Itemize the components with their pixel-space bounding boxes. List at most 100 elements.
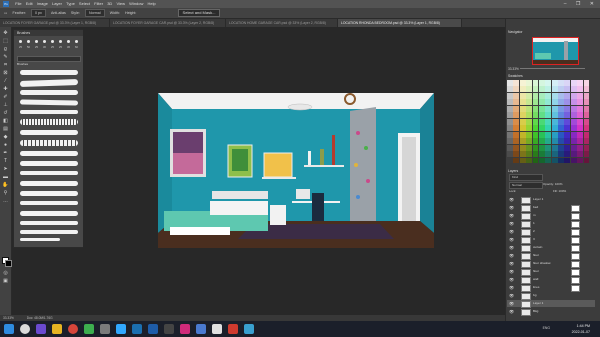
more-tools-icon[interactable]: … [2,198,9,205]
app-icon[interactable] [180,324,190,334]
layer-mask-thumbnail[interactable] [571,269,580,276]
color-swatch[interactable] [570,105,577,112]
color-swatch[interactable] [564,125,571,132]
menu-edit[interactable]: Edit [26,0,33,8]
stamp-tool-icon[interactable]: ⊥ [2,102,9,109]
color-swatch[interactable] [570,118,577,125]
menu-select[interactable]: Select [79,0,90,8]
visibility-eye-icon[interactable]: 👁 [509,309,514,314]
color-swatch[interactable] [538,144,545,151]
layer-row[interactable]: 👁 floor shadow [507,260,595,268]
menu-help[interactable]: Help [148,0,156,8]
menu-filter[interactable]: Filter [94,0,103,8]
color-swatch[interactable] [507,138,513,145]
navigator-zoom-value[interactable]: 33.33% [508,67,519,71]
app-icon[interactable] [228,324,238,334]
move-tool-icon[interactable]: ✥ [2,30,9,37]
color-swatch[interactable] [558,138,564,145]
menu-type[interactable]: Type [66,0,75,8]
layer-row[interactable]: 👁 3 [507,236,595,244]
color-swatch[interactable] [526,118,533,125]
menu-image[interactable]: Image [37,0,48,8]
app-icon[interactable] [196,324,206,334]
color-swatch[interactable] [526,138,533,145]
color-swatch[interactable] [577,151,584,158]
history-brush-tool-icon[interactable]: ↺ [2,110,9,117]
app-icon[interactable] [244,324,254,334]
color-swatch[interactable] [570,157,577,164]
color-swatch[interactable] [513,138,520,145]
brush-stroke-preview[interactable] [20,140,78,146]
quick-select-tool-icon[interactable]: ✎ [2,54,9,61]
layer-row[interactable]: 👁 wall [507,276,595,284]
color-swatch[interactable] [583,99,590,106]
brush-stroke-preview[interactable] [20,181,78,186]
layer-row[interactable]: 👁 lines [507,284,595,292]
color-swatch[interactable] [532,138,539,145]
visibility-eye-icon[interactable]: 👁 [509,197,514,202]
layer-row[interactable]: 👁 2 [507,228,595,236]
dodge-tool-icon[interactable]: ● [2,142,9,149]
steam-icon[interactable] [148,324,158,334]
color-swatch[interactable] [519,80,526,86]
brush-preset[interactable]: 50 [25,38,32,52]
color-swatch[interactable] [507,151,513,158]
color-swatch[interactable] [577,144,584,151]
color-swatch[interactable] [564,131,571,138]
color-swatch[interactable] [545,118,552,125]
layer-mask-thumbnail[interactable] [571,261,580,268]
layer-mask-thumbnail[interactable] [571,245,580,252]
navigator-zoom-slider[interactable] [520,68,585,69]
window-controls[interactable]: – ❐ ✕ [564,0,598,8]
visibility-eye-icon[interactable]: 👁 [509,245,514,250]
swatches-title[interactable]: Swatches [508,74,523,78]
status-zoom[interactable]: 33.33% [3,316,14,320]
color-swatch[interactable] [532,151,539,158]
color-swatch[interactable] [570,86,577,93]
layer-mask-thumbnail[interactable] [571,221,580,228]
color-swatch[interactable] [570,112,577,119]
color-swatch[interactable] [538,151,545,158]
color-swatch[interactable] [526,144,533,151]
gradient-tool-icon[interactable]: ▤ [2,126,9,133]
brush-group-folder[interactable]: Brushes [17,62,28,66]
color-swatch[interactable] [551,99,558,106]
color-swatch[interactable] [545,105,552,112]
color-swatch[interactable] [526,80,533,86]
color-swatch[interactable] [545,92,552,99]
feather-input[interactable]: 0 px [31,9,46,17]
style-select[interactable]: Normal [85,9,105,17]
color-swatch[interactable] [551,131,558,138]
brush-preset[interactable]: 30 [41,38,48,52]
color-swatch[interactable] [507,105,513,112]
layer-row[interactable]: 👁 m [507,212,595,220]
color-swatch[interactable] [519,138,526,145]
brush-stroke-preview[interactable] [20,238,60,241]
visibility-eye-icon[interactable]: 👁 [509,237,514,242]
color-swatch[interactable] [526,99,533,106]
color-swatch[interactable] [526,92,533,99]
color-swatch[interactable] [507,80,513,86]
menu-file[interactable]: File [15,0,21,8]
search-icon[interactable] [20,324,30,334]
visibility-eye-icon[interactable]: 👁 [509,261,514,266]
color-swatch[interactable] [570,80,577,86]
system-tray[interactable]: ENG [543,326,550,330]
layer-mask-thumbnail[interactable] [571,277,580,284]
color-swatch[interactable] [519,105,526,112]
color-swatch[interactable] [570,144,577,151]
color-swatch[interactable] [526,131,533,138]
color-swatch[interactable] [558,157,564,164]
color-swatch[interactable] [577,138,584,145]
color-swatch[interactable] [551,125,558,132]
select-and-mask-button[interactable]: Select and Mask... [177,9,221,17]
chrome-icon[interactable] [68,324,78,334]
brush-stroke-preview[interactable] [20,90,78,95]
brush-stroke-preview[interactable] [19,78,79,88]
color-swatch[interactable] [570,125,577,132]
color-swatch[interactable] [545,125,552,132]
taskbar-clock[interactable]: 1:44 PM 2022-01-07 [572,323,590,335]
color-swatch[interactable] [513,118,520,125]
color-swatch[interactable] [538,118,545,125]
color-swatch[interactable] [558,112,564,119]
